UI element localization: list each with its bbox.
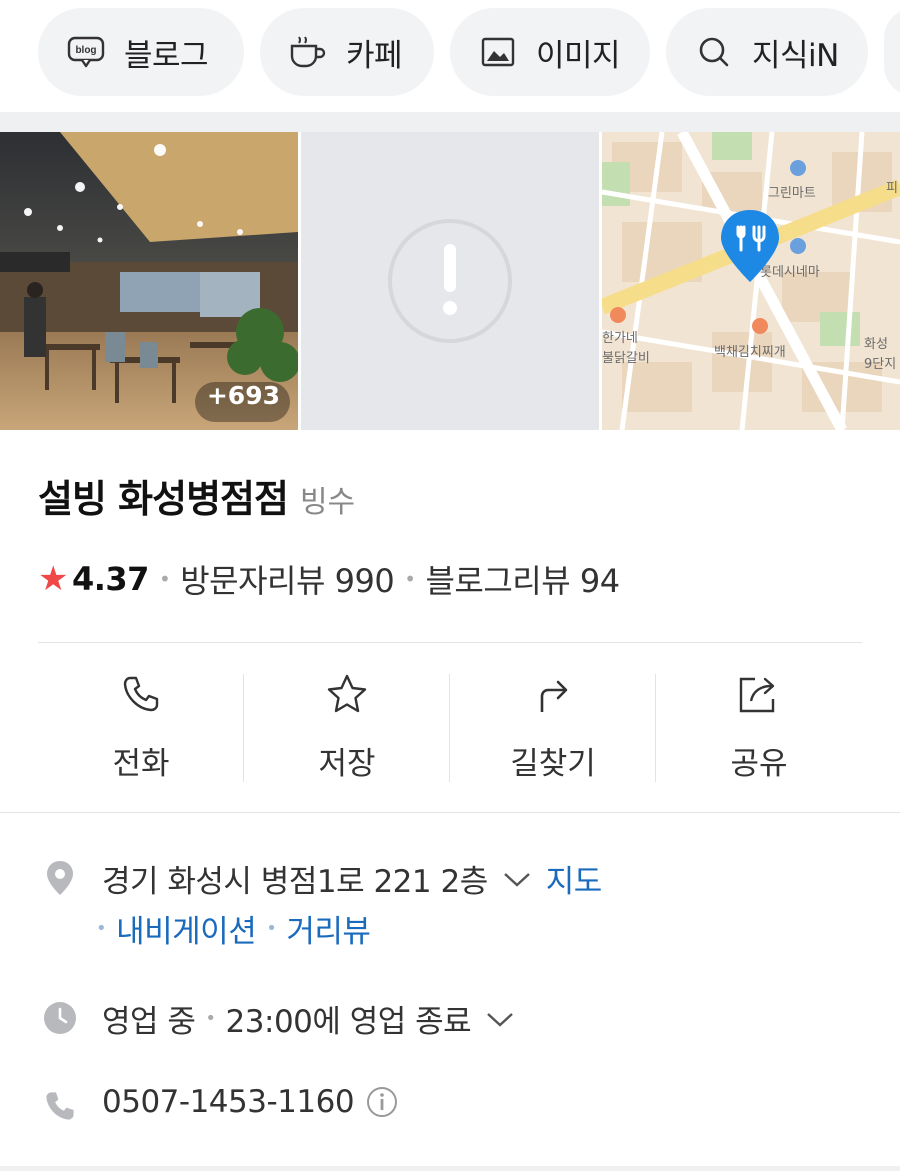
tab-blog[interactable]: blog 블로그 (38, 8, 244, 96)
map-label: 불닭갈비 (602, 351, 650, 366)
separator-dot: • (404, 567, 416, 591)
hours-row[interactable]: 영업 중 • 23:00에 영업 종료 (102, 996, 529, 1041)
closing-time: 23:00에 영업 종료 (225, 1004, 472, 1040)
place-name: 설빙 화성병점점 (38, 477, 289, 521)
image-icon (478, 32, 518, 72)
open-status: 영업 중 (102, 1004, 196, 1040)
section-divider (0, 1166, 900, 1171)
tab-more[interactable] (884, 8, 900, 96)
map-label: 백채김치찌개 (714, 345, 786, 360)
star-icon (326, 672, 368, 716)
map-label: 롯데시네마 (760, 265, 820, 280)
tab-image[interactable]: 이미지 (450, 8, 650, 96)
rating-row: ★ 4.37 • 방문자리뷰 990 • 블로그리뷰 94 (38, 556, 620, 602)
section-divider (0, 112, 900, 132)
tab-cafe[interactable]: 카페 (260, 8, 434, 96)
blog-icon: blog (66, 32, 106, 72)
tab-label: 블로그 (124, 37, 209, 74)
action-label: 저장 (318, 746, 376, 782)
divider (38, 642, 862, 643)
search-icon (694, 32, 734, 72)
tab-kin[interactable]: 지식iN (666, 8, 868, 96)
cafe-icon (288, 32, 328, 72)
blog-reviews-link[interactable]: 블로그리뷰 94 (425, 556, 620, 602)
photo-strip: +693 그린마트 롯데시네마 한가네 불닭갈비 백채김치찌개 화성 9단지 피 (0, 132, 900, 430)
navigation-link[interactable]: 내비게이션 (116, 906, 257, 951)
map-label: 피 (886, 181, 898, 196)
phone-icon (121, 672, 161, 716)
tab-label: 지식iN (752, 37, 839, 74)
rating-star-icon: ★ (38, 559, 68, 599)
photo-count-badge: +693 (206, 381, 280, 410)
phone-icon (42, 1086, 78, 1126)
map-label: 그린마트 (768, 186, 816, 201)
separator-dot: • (266, 918, 277, 939)
map-label: 9단지 (864, 357, 896, 372)
street-view-link[interactable]: 거리뷰 (286, 906, 371, 951)
map-link[interactable]: 지도 (546, 856, 603, 901)
phone-row: 0507-1453-1160 (102, 1084, 412, 1120)
svg-text:blog: blog (75, 45, 96, 56)
address-text[interactable]: 경기 화성시 병점1로 221 2층 (102, 856, 488, 901)
photo-unavailable[interactable] (301, 132, 599, 430)
call-button[interactable]: 전화 (38, 664, 244, 788)
share-icon (737, 672, 781, 716)
visitor-reviews-link[interactable]: 방문자리뷰 990 (180, 556, 394, 602)
directions-button[interactable]: 길찾기 (450, 664, 656, 788)
separator-dot: • (158, 567, 171, 591)
rating-score: 4.37 (71, 560, 149, 598)
place-title-row: 설빙 화성병점점 빙수 (38, 468, 355, 523)
tab-label: 이미지 (536, 37, 621, 74)
share-button[interactable]: 공유 (656, 664, 862, 788)
address-row: 경기 화성시 병점1로 221 2층 지도 (102, 856, 602, 901)
search-tabs: blog 블로그 카페 이미지 지식iN (0, 0, 900, 112)
map-thumbnail[interactable]: 그린마트 롯데시네마 한가네 불닭갈비 백채김치찌개 화성 9단지 피 (602, 132, 900, 430)
info-icon[interactable] (366, 1086, 398, 1118)
action-label: 공유 (730, 746, 788, 782)
action-bar: 전화 저장 길찾기 공유 (38, 664, 862, 788)
map-label: 화성 (864, 337, 888, 352)
store-photo[interactable]: +693 (0, 132, 298, 430)
separator-dot: • (205, 1008, 216, 1029)
alert-icon (388, 219, 512, 343)
tab-label: 카페 (346, 37, 403, 74)
address-links-row: • 내비게이션 • 거리뷰 (96, 906, 371, 951)
save-button[interactable]: 저장 (244, 664, 450, 788)
directions-icon (534, 672, 572, 716)
location-pin-icon (42, 858, 78, 898)
place-category: 빙수 (299, 485, 356, 520)
clock-icon (42, 998, 78, 1038)
separator-dot: • (96, 918, 107, 939)
phone-number[interactable]: 0507-1453-1160 (102, 1084, 355, 1120)
chevron-down-icon[interactable] (502, 869, 532, 889)
action-label: 전화 (112, 746, 170, 782)
chevron-down-icon[interactable] (485, 1009, 515, 1029)
map-label: 한가네 (602, 331, 638, 346)
divider (0, 812, 900, 813)
action-label: 길찾기 (510, 746, 596, 782)
